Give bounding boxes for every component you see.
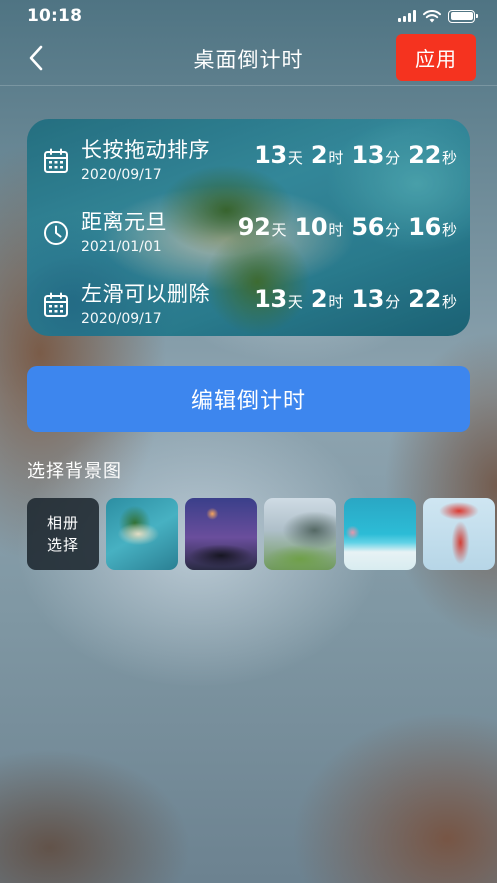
seconds-value: 22 — [408, 141, 441, 169]
countdown-timer: 13 天 2时 13 分 22 秒 — [254, 141, 457, 169]
status-time: 10:18 — [27, 6, 83, 26]
background-thumbnail-night[interactable] — [185, 498, 257, 570]
hours-value: 2 — [310, 141, 328, 169]
album-label-line1: 相册 — [46, 514, 79, 532]
minutes-unit: 分 — [385, 149, 401, 167]
countdown-date: 2020/09/17 — [81, 167, 162, 183]
page-title: 桌面倒计时 — [193, 47, 304, 72]
wifi-icon — [423, 9, 441, 22]
countdown-name: 距离元旦 — [81, 210, 167, 234]
days-unit: 天 — [287, 293, 303, 311]
background-thumbnail-mountains[interactable] — [264, 498, 336, 570]
minutes-unit: 分 — [385, 221, 401, 239]
days-unit: 天 — [271, 221, 287, 239]
calendar-icon — [44, 148, 68, 173]
days-value: 92 — [237, 213, 271, 241]
calendar-icon — [44, 292, 68, 317]
clock-icon — [44, 221, 68, 245]
days-unit: 天 — [287, 149, 303, 167]
seconds-unit: 秒 — [441, 293, 457, 311]
edit-countdown-button[interactable]: 编辑倒计时 — [27, 366, 470, 432]
hours-unit: 时 — [328, 221, 344, 239]
days-value: 13 — [254, 285, 287, 313]
countdown-name: 长按拖动排序 — [81, 138, 210, 162]
hours-value: 2 — [310, 285, 328, 313]
seconds-value: 22 — [408, 285, 441, 313]
hours-unit: 时 — [328, 149, 344, 167]
countdown-timer: 13 天 2时 13 分 22 秒 — [254, 285, 457, 313]
minutes-unit: 分 — [385, 293, 401, 311]
countdown-row[interactable]: 距离元旦 2021/01/01 92 天 10 时 56 分 16 秒 — [27, 194, 470, 266]
chevron-left-icon — [29, 45, 43, 71]
countdown-row[interactable]: 长按拖动排序 2020/09/17 13 天 2时 13 分 22 秒 — [27, 122, 470, 194]
album-label-line2: 选择 — [46, 536, 79, 554]
seconds-value: 16 — [408, 213, 441, 241]
minutes-value: 13 — [351, 141, 385, 169]
days-value: 13 — [254, 141, 287, 169]
apply-button[interactable]: 应用 — [396, 34, 476, 81]
album-select-button[interactable]: 相册 选择 — [27, 498, 99, 570]
hours-value: 10 — [294, 213, 328, 241]
seconds-unit: 秒 — [441, 149, 457, 167]
battery-icon — [448, 9, 478, 23]
countdown-date: 2020/09/17 — [81, 311, 162, 327]
hours-unit: 时 — [328, 293, 344, 311]
background-thumbnail-island[interactable] — [106, 498, 178, 570]
seconds-unit: 秒 — [441, 221, 457, 239]
nav-bar: 桌面倒计时 应用 — [0, 32, 497, 86]
background-section-label: 选择背景图 — [27, 461, 122, 482]
countdown-row[interactable]: 左滑可以删除 2020/09/17 13 天 2时 13 分 22 秒 — [27, 266, 470, 336]
countdown-name: 左滑可以删除 — [81, 282, 210, 306]
background-thumbnail-beach[interactable] — [344, 498, 416, 570]
countdown-date: 2021/01/01 — [81, 239, 162, 255]
background-thumbnail-umbrella[interactable] — [423, 498, 495, 570]
cellular-signal-icon — [398, 10, 416, 22]
minutes-value: 56 — [351, 213, 385, 241]
countdown-timer: 92 天 10 时 56 分 16 秒 — [238, 213, 457, 241]
status-bar: 10:18 — [0, 0, 497, 32]
back-button[interactable] — [22, 44, 50, 72]
countdown-widget-preview: 长按拖动排序 2020/09/17 13 天 2时 13 分 22 秒 距离元旦 20… — [27, 119, 470, 336]
minutes-value: 13 — [351, 285, 385, 313]
